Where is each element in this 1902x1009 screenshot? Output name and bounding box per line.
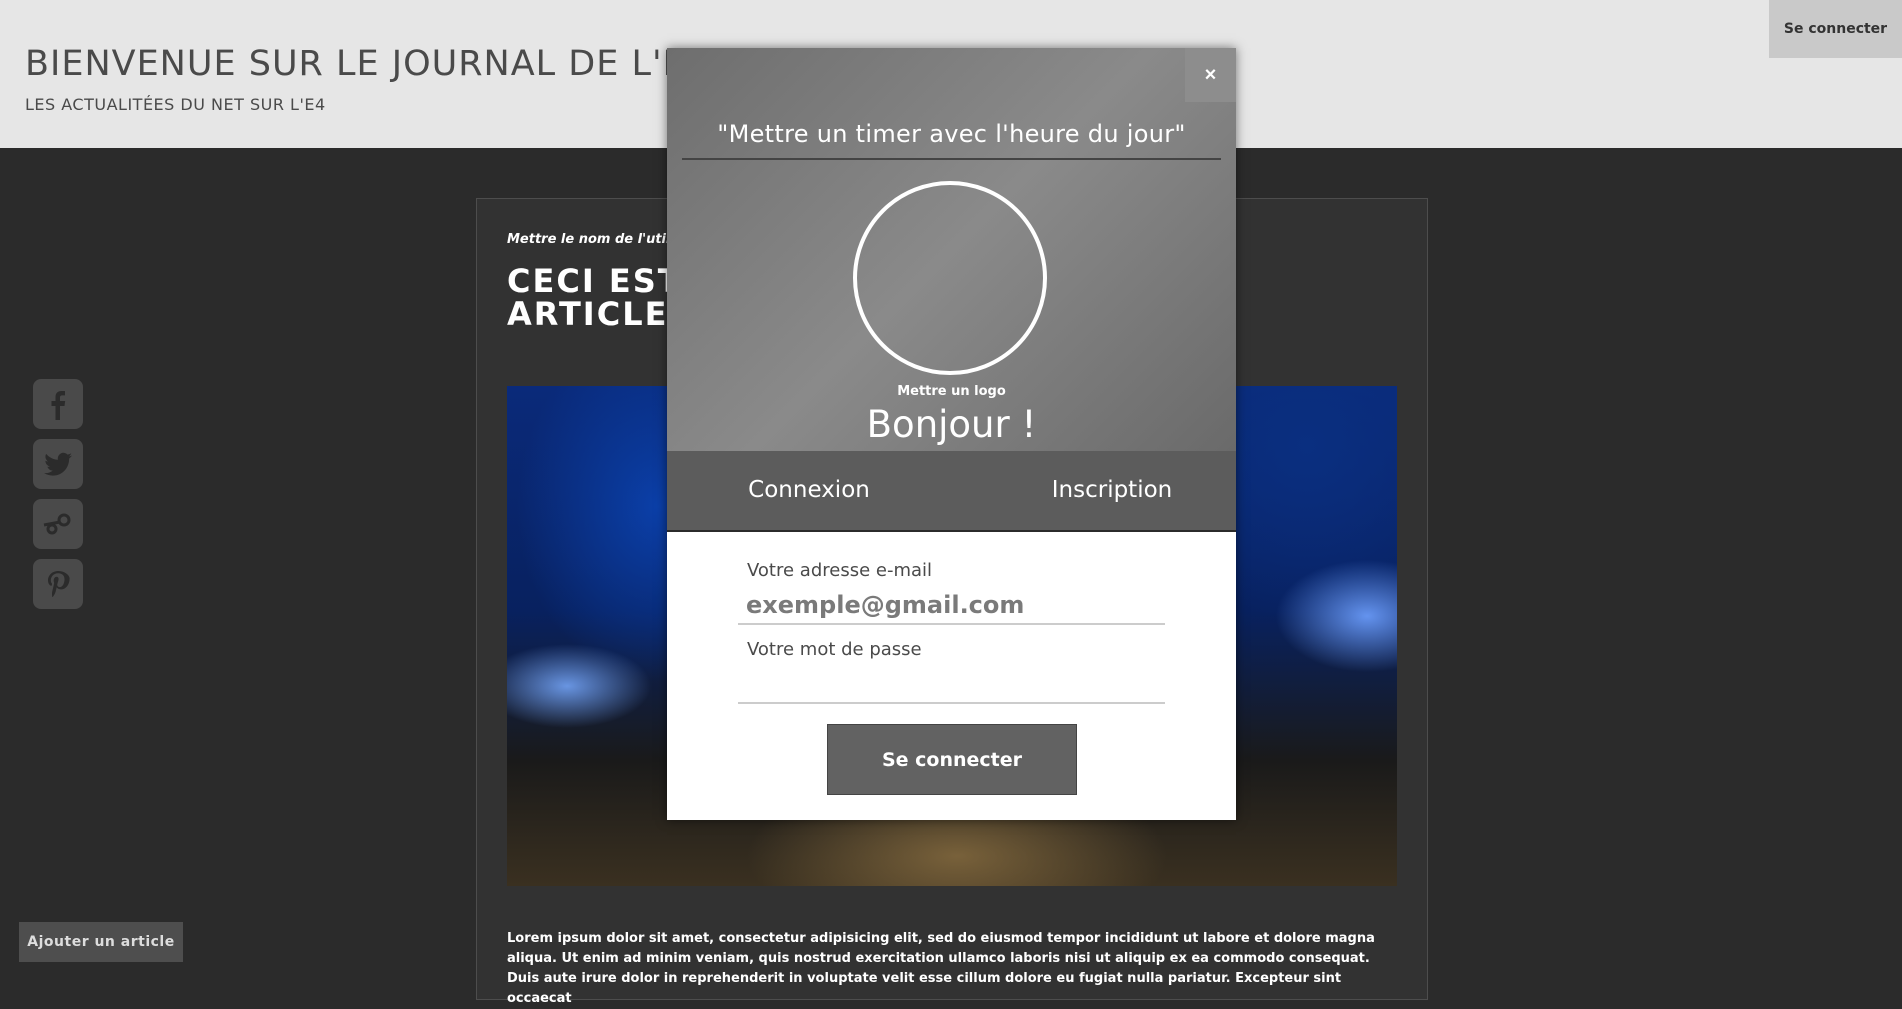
facebook-icon: [51, 391, 66, 420]
pinterest-icon: [48, 571, 70, 598]
login-modal: × "Mettre un timer avec l'heure du jour"…: [667, 48, 1236, 820]
add-article-button[interactable]: Ajouter un article: [19, 922, 183, 962]
logo-label: Mettre un logo: [897, 384, 1006, 399]
article-author: Mettre le nom de l'util: [507, 232, 671, 247]
timer-text: "Mettre un timer avec l'heure du jour": [682, 120, 1221, 160]
modal-tabs: Connexion Inscription: [667, 451, 1236, 532]
tab-inscription[interactable]: Inscription: [1030, 451, 1194, 530]
twitter-icon: [44, 452, 72, 476]
logo-placeholder: [853, 181, 1047, 375]
facebook-link[interactable]: [33, 379, 83, 429]
pinterest-link[interactable]: [33, 559, 83, 609]
article-body: Lorem ipsum dolor sit amet, consectetur …: [507, 931, 1375, 1006]
close-button[interactable]: ×: [1185, 48, 1236, 102]
password-label: Votre mot de passe: [747, 639, 922, 660]
email-field[interactable]: [738, 587, 1165, 625]
site-subtitle: LES ACTUALITÉES DU NET SUR L'E4: [25, 95, 326, 114]
login-submit-button[interactable]: Se connecter: [827, 724, 1077, 795]
header-login-button[interactable]: Se connecter: [1769, 0, 1902, 58]
twitter-link[interactable]: [33, 439, 83, 489]
tab-connexion[interactable]: Connexion: [745, 451, 873, 530]
site-title: BIENVENUE SUR LE JOURNAL DE L'E: [25, 44, 686, 84]
steam-icon: [43, 513, 71, 535]
password-field[interactable]: [738, 666, 1165, 704]
greeting-text: Bonjour !: [866, 403, 1037, 446]
steam-link[interactable]: [33, 499, 83, 549]
email-label: Votre adresse e-mail: [747, 560, 933, 581]
modal-header: × "Mettre un timer avec l'heure du jour"…: [667, 48, 1236, 451]
